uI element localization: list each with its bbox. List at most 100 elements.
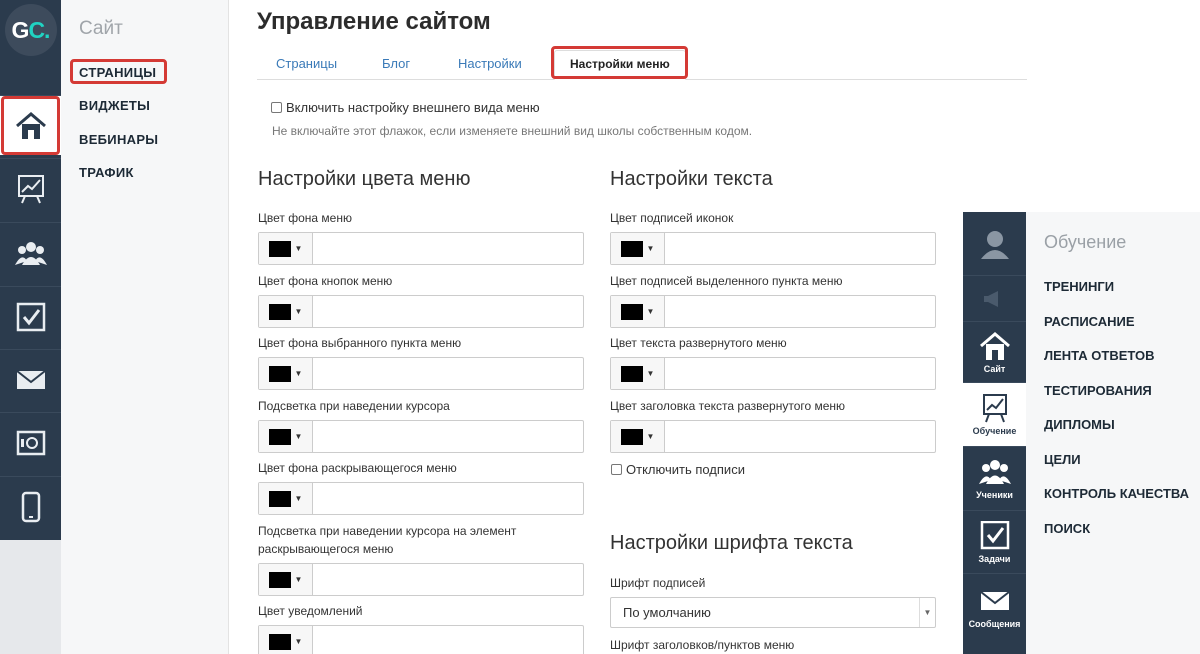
preview-link: КОНТРОЛЬ КАЧЕСТВА <box>1044 486 1190 501</box>
caret-down-icon: ▼ <box>646 244 655 253</box>
color-picker-button[interactable]: ▼ <box>611 233 665 264</box>
menu-bg-color-input[interactable]: ▼ <box>258 232 584 265</box>
preview-rail: Сайт Обучение Ученики Задачи Сообщения <box>963 212 1026 654</box>
caret-down-icon: ▼ <box>294 637 303 646</box>
rail-item-tasks[interactable] <box>0 286 61 346</box>
color-picker-button[interactable]: ▼ <box>611 358 665 389</box>
preview-item-learning: Обучение <box>963 382 1026 446</box>
field-label: раскрывающегося меню <box>258 542 394 556</box>
color-swatch <box>268 490 291 507</box>
enable-appearance-row[interactable]: Включить настройку внешнего вида меню <box>271 100 540 115</box>
dropdown-bg-color-input[interactable]: ▼ <box>258 482 584 515</box>
disable-captions-checkbox[interactable] <box>611 464 622 475</box>
tab-blog[interactable]: Блог <box>382 56 410 71</box>
safe-icon <box>16 430 45 455</box>
field-label: Подсветка при наведении курсора <box>258 399 450 413</box>
color-picker-button[interactable]: ▼ <box>259 626 313 654</box>
rail-item-learning[interactable] <box>0 158 61 218</box>
notifications-color-input[interactable]: ▼ <box>258 625 584 654</box>
preview-link: ЛЕНТА ОТВЕТОВ <box>1044 348 1155 363</box>
preview-caption: Сообщения <box>968 619 1021 629</box>
preview-section-title: Обучение <box>1044 232 1127 252</box>
preview-link: ТРЕНИНГИ <box>1044 279 1115 294</box>
caret-down-icon: ▼ <box>294 307 303 316</box>
caret-down-icon: ▼ <box>919 598 935 627</box>
preview-caption: Ученики <box>976 490 1013 500</box>
preview-link: ТЕСТИРОВАНИЯ <box>1044 383 1152 398</box>
color-picker-button[interactable]: ▼ <box>611 421 665 452</box>
dropdown-hover-color-input[interactable]: ▼ <box>258 563 584 596</box>
caret-down-icon: ▼ <box>294 244 303 253</box>
field-label: Цвет фона кнопок меню <box>258 274 393 288</box>
preview-link: ДИПЛОМЫ <box>1044 417 1115 432</box>
caret-down-icon: ▼ <box>294 575 303 584</box>
subnav-item-widgets[interactable]: ВИДЖЕТЫ <box>79 98 150 113</box>
color-picker-button[interactable]: ▼ <box>259 421 313 452</box>
caret-down-icon: ▼ <box>646 369 655 378</box>
preview-link: РАСПИСАНИЕ <box>1044 314 1135 329</box>
logo-mark: G C. <box>4 4 57 56</box>
rail-item-messages[interactable] <box>0 349 61 409</box>
color-settings-heading: Настройки цвета меню <box>258 168 471 190</box>
preview-caption: Обучение <box>972 426 1017 436</box>
rail-item-mobile[interactable] <box>0 476 61 536</box>
field-label: Шрифт подписей <box>610 576 706 590</box>
color-swatch <box>268 303 291 320</box>
preview-item-announce <box>963 275 1026 321</box>
preview-link: ПОИСК <box>1044 521 1091 536</box>
color-swatch <box>268 633 291 650</box>
menu-buttons-bg-color-input[interactable]: ▼ <box>258 295 584 328</box>
color-picker-button[interactable]: ▼ <box>259 296 313 327</box>
mail-icon <box>15 369 46 389</box>
selected-item-bg-color-input[interactable]: ▼ <box>258 357 584 390</box>
preview-link: ЦЕЛИ <box>1044 452 1081 467</box>
color-picker-button[interactable]: ▼ <box>259 358 313 389</box>
color-swatch <box>620 240 643 257</box>
expanded-text-color-input[interactable]: ▼ <box>610 357 936 390</box>
expanded-heading-color-input[interactable]: ▼ <box>610 420 936 453</box>
rail-footer <box>0 540 61 654</box>
text-settings-heading: Настройки текста <box>610 168 773 190</box>
icon-caption-color-input[interactable]: ▼ <box>610 232 936 265</box>
mobile-icon <box>21 491 40 522</box>
caret-down-icon: ▼ <box>294 494 303 503</box>
chart-icon <box>17 174 44 203</box>
tab-settings[interactable]: Настройки <box>458 56 522 71</box>
rail-item-students[interactable] <box>0 222 61 282</box>
caption-font-value: По умолчанию <box>623 605 711 620</box>
field-label: Подсветка при наведении курсора на элеме… <box>258 524 517 538</box>
tab-pages[interactable]: Страницы <box>276 56 337 71</box>
selected-caption-color-input[interactable]: ▼ <box>610 295 936 328</box>
color-picker-button[interactable]: ▼ <box>611 296 665 327</box>
user-avatar-icon <box>980 230 1009 259</box>
megaphone-icon <box>983 290 998 307</box>
color-picker-button[interactable]: ▼ <box>259 233 313 264</box>
subnav-item-traffic[interactable]: ТРАФИК <box>79 165 134 180</box>
field-label: Цвет подписей иконок <box>610 211 734 225</box>
disable-captions-label: Отключить подписи <box>626 462 745 477</box>
highlight-menu-tab <box>551 46 688 79</box>
tasks-icon <box>16 302 45 331</box>
caption-font-select[interactable]: По умолчанию ▼ <box>610 597 936 628</box>
field-label: Цвет текста развернутого меню <box>610 336 787 350</box>
disable-captions-row[interactable]: Отключить подписи <box>611 462 745 477</box>
field-label: Цвет заголовка текста развернутого меню <box>610 399 846 413</box>
section-sidebar: Сайт СТРАНИЦЫ ВИДЖЕТЫ ВЕБИНАРЫ ТРАФИК <box>61 0 229 654</box>
users-icon <box>978 460 1011 484</box>
color-swatch <box>620 365 643 382</box>
chart-icon <box>982 394 1007 423</box>
rail-item-sales[interactable] <box>0 412 61 472</box>
color-swatch <box>268 571 291 588</box>
home-icon <box>979 331 1010 360</box>
subnav-item-webinars[interactable]: ВЕБИНАРЫ <box>79 132 158 147</box>
hover-color-input[interactable]: ▼ <box>258 420 584 453</box>
tasks-icon <box>980 520 1009 549</box>
preview-caption: Задачи <box>978 553 1011 564</box>
highlight-home <box>1 96 60 155</box>
color-picker-button[interactable]: ▼ <box>259 564 313 595</box>
logo[interactable]: G C. <box>0 0 61 60</box>
enable-appearance-checkbox[interactable] <box>271 102 282 113</box>
users-icon <box>14 241 47 265</box>
color-picker-button[interactable]: ▼ <box>259 483 313 514</box>
color-swatch <box>268 428 291 445</box>
